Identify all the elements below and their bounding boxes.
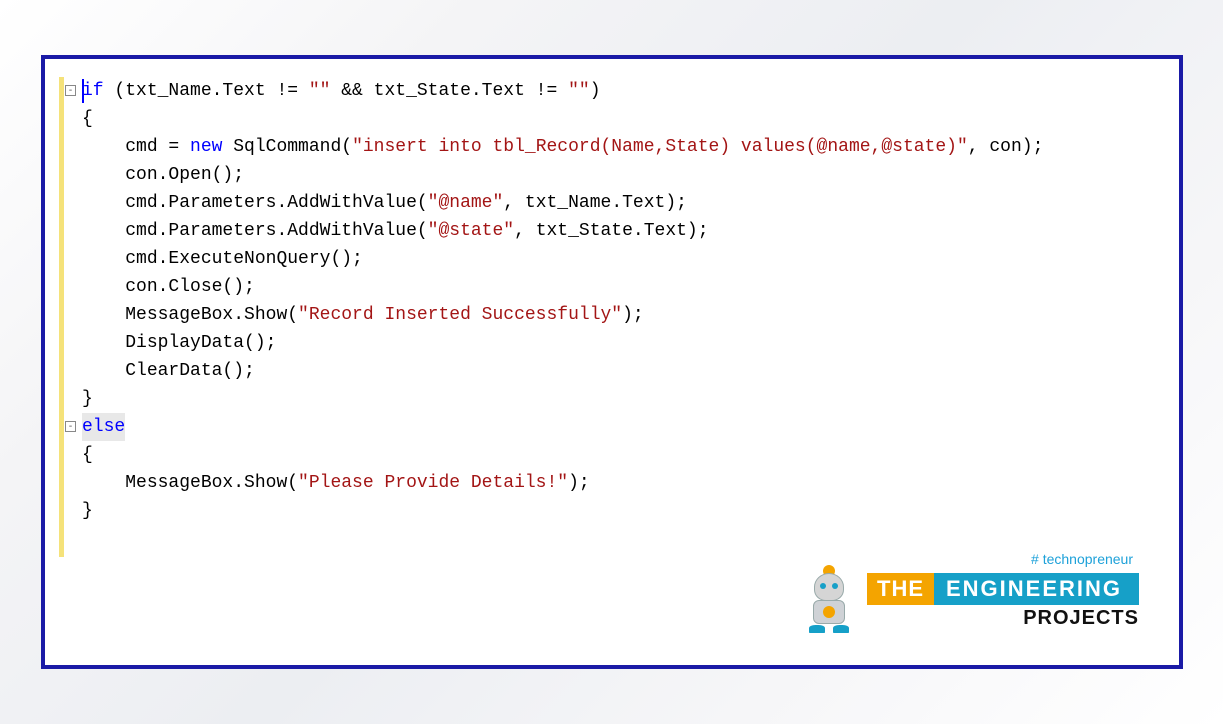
robot-icon [799, 573, 859, 637]
code-area: if (txt_Name.Text != "" && txt_State.Tex… [78, 77, 1165, 557]
code-text: if (txt_Name.Text != "" && txt_State.Tex… [78, 77, 1165, 525]
code-panel: -- if (txt_Name.Text != "" && txt_State.… [59, 77, 1165, 557]
code-frame: -- if (txt_Name.Text != "" && txt_State.… [41, 55, 1183, 669]
logo-bar: THE ENGINEERING [867, 573, 1139, 605]
logo-text-block: THE ENGINEERING PROJECTS [867, 573, 1139, 630]
footer-logo: # technopreneur THE ENGINEERING PROJECTS [799, 551, 1139, 637]
logo-projects: PROJECTS [867, 607, 1139, 630]
hashtag-text: # technopreneur [799, 551, 1139, 567]
logo-the: THE [867, 573, 934, 605]
fold-toggle[interactable]: - [65, 421, 76, 432]
logo-engineering: ENGINEERING [934, 573, 1139, 605]
fold-column: -- [64, 77, 78, 557]
fold-toggle[interactable]: - [65, 85, 76, 96]
logo-row: THE ENGINEERING PROJECTS [799, 573, 1139, 637]
